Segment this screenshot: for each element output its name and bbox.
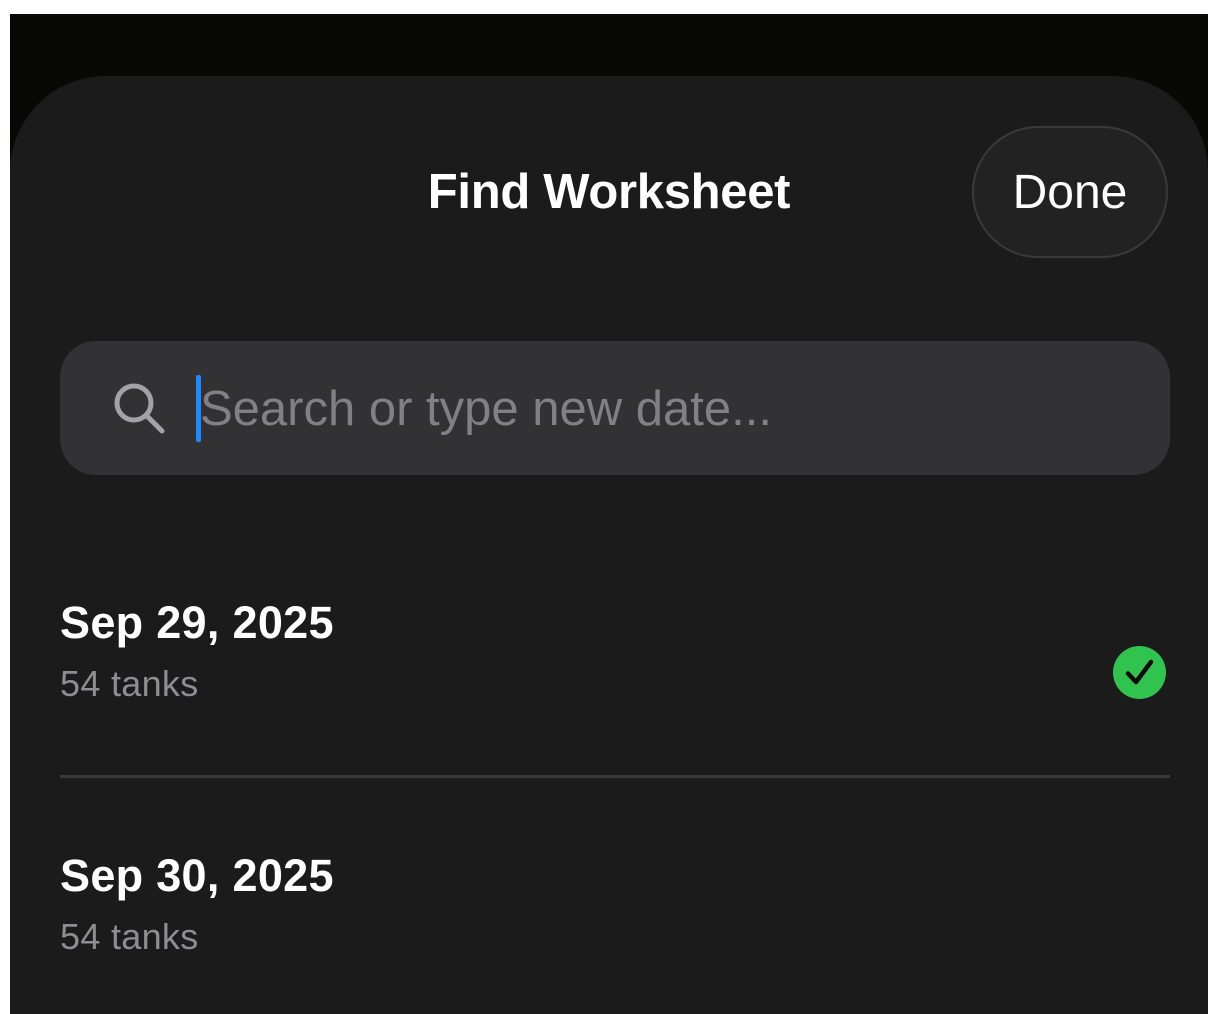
worksheet-row-sep-30[interactable]: Sep 30, 2025 54 tanks (60, 824, 1170, 1014)
worksheet-tank-count: 54 tanks (60, 916, 199, 957)
find-worksheet-sheet: Find Worksheet Done Sep 29, 2025 54 tank… (10, 76, 1208, 1014)
worksheet-date: Sep 30, 2025 (60, 850, 334, 901)
row-divider (60, 775, 1170, 778)
checkmark-circle-icon (1113, 646, 1166, 699)
worksheet-tank-count: 54 tanks (60, 663, 199, 704)
search-field[interactable] (60, 341, 1170, 475)
worksheet-row-sep-29[interactable]: Sep 29, 2025 54 tanks (60, 571, 1170, 771)
done-button[interactable]: Done (972, 126, 1168, 258)
worksheet-date: Sep 29, 2025 (60, 597, 334, 648)
search-input[interactable] (200, 371, 1140, 447)
screen: Find Worksheet Done Sep 29, 2025 54 tank… (10, 14, 1208, 1014)
search-icon (114, 383, 165, 434)
